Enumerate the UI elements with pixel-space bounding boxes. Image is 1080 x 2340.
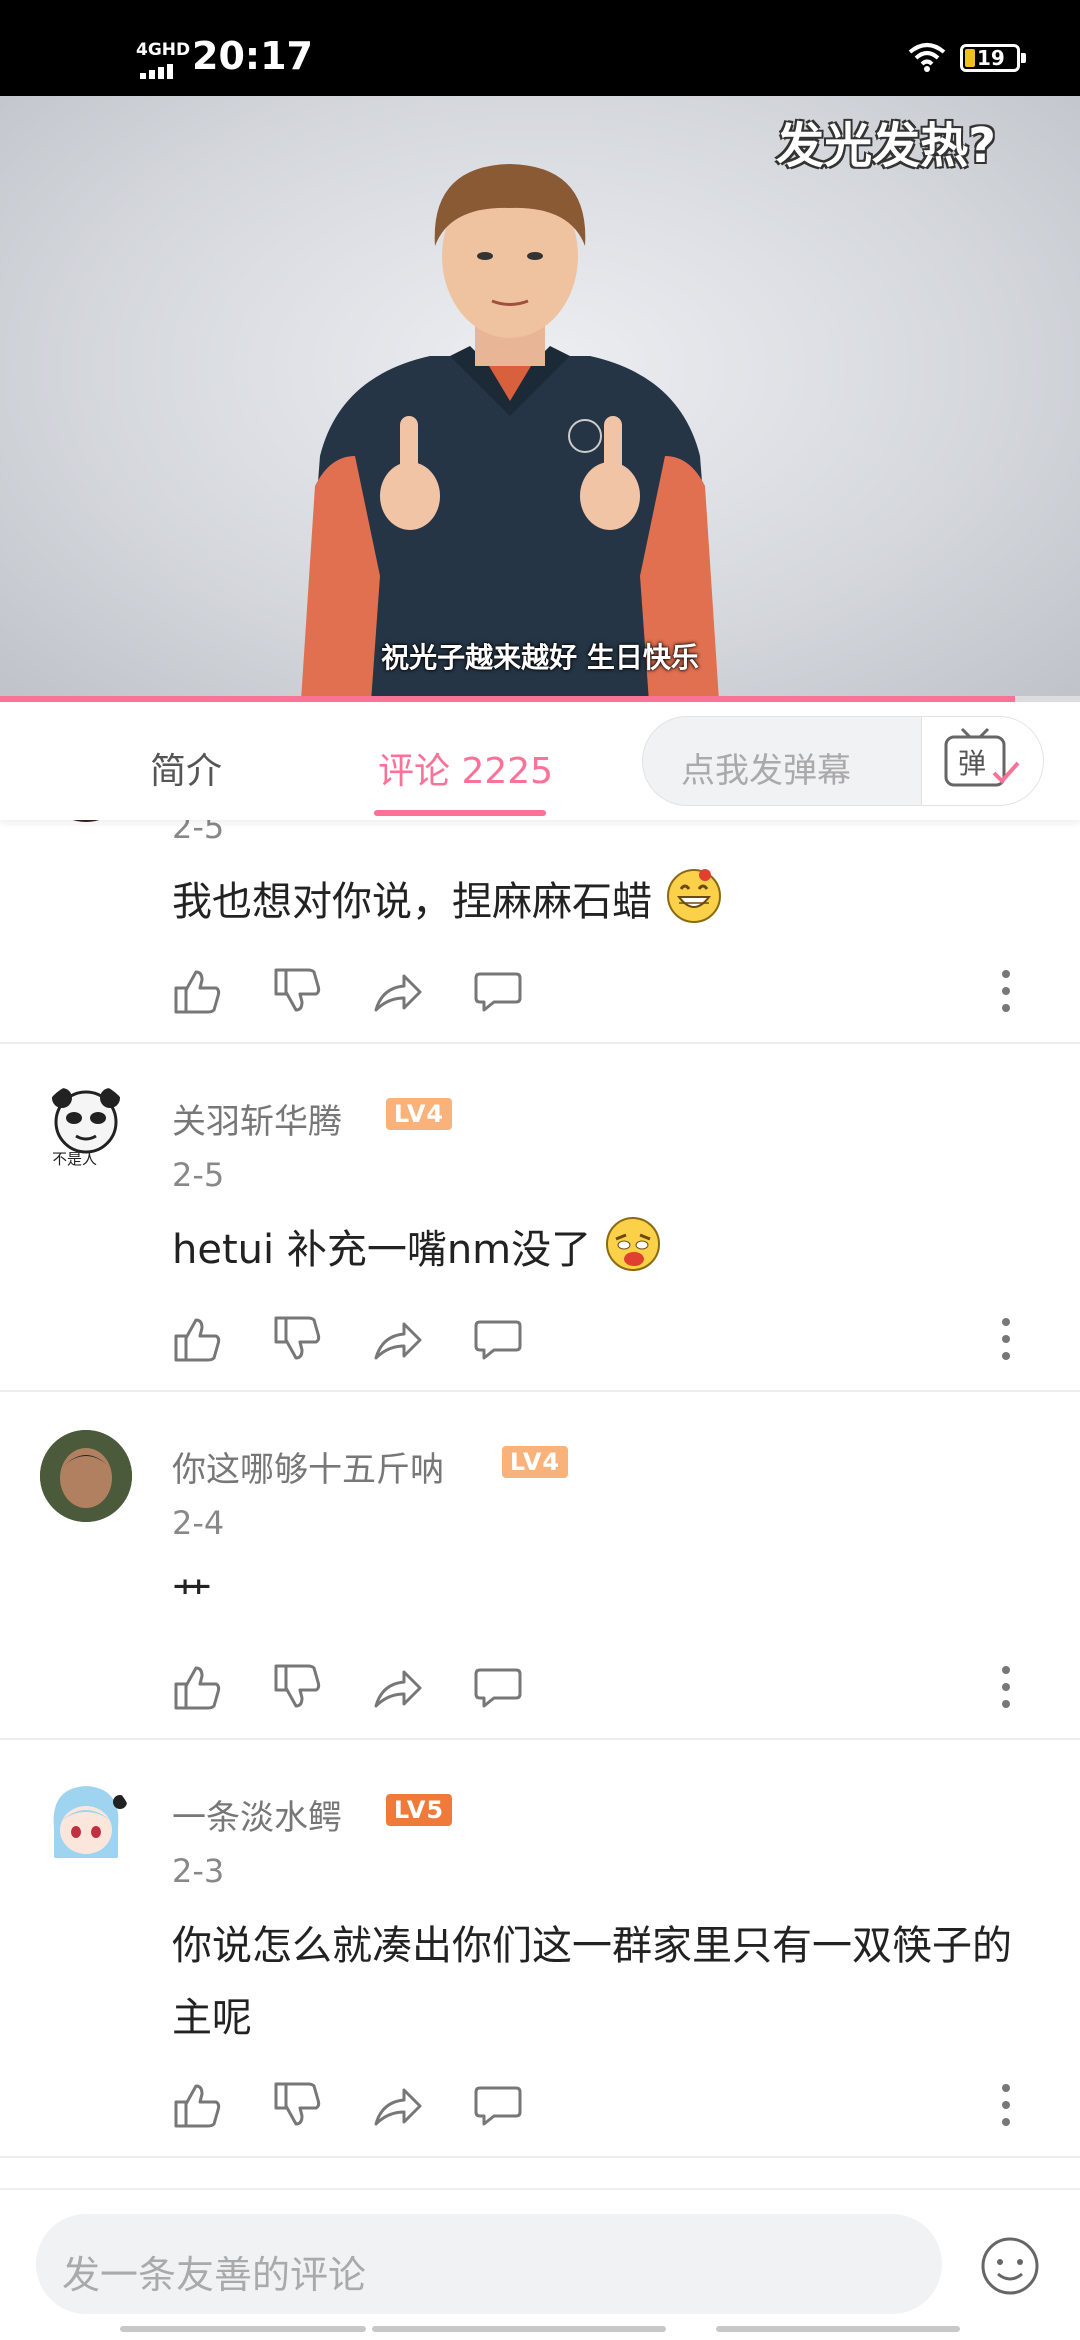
comment-date: 2-4: [172, 1504, 225, 1542]
like-icon[interactable]: [172, 2080, 224, 2130]
avatar[interactable]: [40, 1430, 132, 1522]
dislike-icon[interactable]: [272, 1662, 324, 1712]
share-icon[interactable]: [372, 1314, 424, 1364]
dislike-icon[interactable]: [272, 2080, 324, 2130]
reply-icon[interactable]: [472, 1662, 524, 1712]
dislike-icon[interactable]: [272, 1314, 324, 1364]
more-icon[interactable]: [980, 966, 1032, 1016]
home-indicator: [372, 2326, 666, 2332]
spicy-emoji-icon: [605, 1217, 660, 1271]
avatar-caption: 不是人: [52, 1150, 98, 1168]
share-icon[interactable]: [372, 966, 424, 1016]
clock: 20:17: [192, 34, 313, 78]
more-icon[interactable]: [980, 1662, 1032, 1712]
wifi-icon: [908, 43, 946, 72]
share-icon[interactable]: [372, 1662, 424, 1712]
username[interactable]: 关羽斩华腾: [172, 1094, 342, 1143]
comment-text: 你说怎么就凑出你们这一群家里只有一双筷子的主呢: [172, 1923, 1012, 2041]
home-indicator: [716, 2326, 960, 2332]
home-indicator: [120, 2326, 366, 2332]
level-badge: LV5: [386, 1794, 452, 1826]
tab-intro[interactable]: 简介: [150, 742, 222, 794]
avatar[interactable]: 不是人: [40, 1082, 132, 1174]
reply-icon[interactable]: [472, 1314, 524, 1364]
video-frame-person: [301, 164, 719, 700]
comment-text: 我也想对你说，捏麻麻石蜡: [172, 866, 1032, 938]
username[interactable]: 一条淡水鳄: [172, 1790, 342, 1839]
comment-actions: [172, 2080, 1032, 2130]
level-badge: LV4: [502, 1446, 568, 1478]
avatar[interactable]: [40, 1778, 132, 1870]
reply-icon[interactable]: [472, 966, 524, 1016]
video-player[interactable]: 发光发热? 祝光子越来越好 生日快乐: [0, 96, 1080, 700]
video-title-overlay: 发光发热?: [776, 118, 996, 174]
svg-text:弹: 弹: [958, 747, 986, 780]
divider: [0, 1042, 1080, 1044]
share-icon[interactable]: [372, 2080, 424, 2130]
comment-input-bar: 发一条友善的评论: [0, 2188, 1080, 2340]
network-type: 4GHD: [136, 40, 191, 60]
comment-date: 2-3: [172, 1852, 225, 1890]
photo-avatar-icon: [40, 1430, 132, 1522]
username[interactable]: 你这哪够十五斤呐: [172, 1442, 444, 1491]
comment-date: 2-5: [172, 1156, 225, 1194]
like-icon[interactable]: [172, 1314, 224, 1364]
danmaku-tv-icon: 弹: [944, 727, 1020, 787]
comment-input-placeholder: 发一条友善的评论: [62, 2253, 367, 2297]
like-icon[interactable]: [172, 1662, 224, 1712]
level-badge: LV4: [386, 1098, 452, 1130]
divider: [0, 1738, 1080, 1740]
danmaku-input[interactable]: 点我发弹幕 弹: [642, 716, 1044, 806]
comment-text-content: 我也想对你说，捏麻麻石蜡: [172, 879, 652, 925]
reply-icon[interactable]: [472, 2080, 524, 2130]
battery-level: 19: [977, 46, 1005, 70]
cellular-signal-icon: 4GHD: [136, 40, 190, 80]
comment-input[interactable]: 发一条友善的评论: [36, 2214, 942, 2314]
comment-actions: [172, 966, 1032, 1016]
comment-text-content: hetui 补充一嘴nm没了: [172, 1227, 592, 1273]
emoji-face-icon[interactable]: [980, 2236, 1040, 2296]
tab-bar: 简介 评论 2225 点我发弹幕 弹: [0, 702, 1080, 820]
video-subtitle: 祝光子越来越好 生日快乐: [381, 641, 699, 674]
tab-comments[interactable]: 评论 2225: [378, 742, 553, 794]
comment-text: 艹: [172, 1575, 212, 1621]
more-icon[interactable]: [980, 1314, 1032, 1364]
dislike-icon[interactable]: [272, 966, 324, 1016]
danmaku-placeholder: 点我发弹幕: [681, 751, 851, 791]
danmaku-toggle-button[interactable]: 弹: [921, 717, 1043, 805]
status-bar: 4GHD 20:17 19: [0, 0, 1080, 96]
anime-avatar-icon: [53, 1786, 127, 1858]
comment-actions: [172, 1662, 1032, 1712]
divider: [0, 2156, 1080, 2158]
active-tab-indicator: [374, 810, 546, 816]
divider: [0, 1390, 1080, 1392]
like-icon[interactable]: [172, 966, 224, 1016]
comment-actions: [172, 1314, 1032, 1364]
battery-icon: 19: [960, 44, 1026, 72]
comment-text: hetui 补充一嘴nm没了: [172, 1214, 1032, 1286]
grin-emoji-icon: [666, 869, 721, 923]
more-icon[interactable]: [980, 2080, 1032, 2130]
